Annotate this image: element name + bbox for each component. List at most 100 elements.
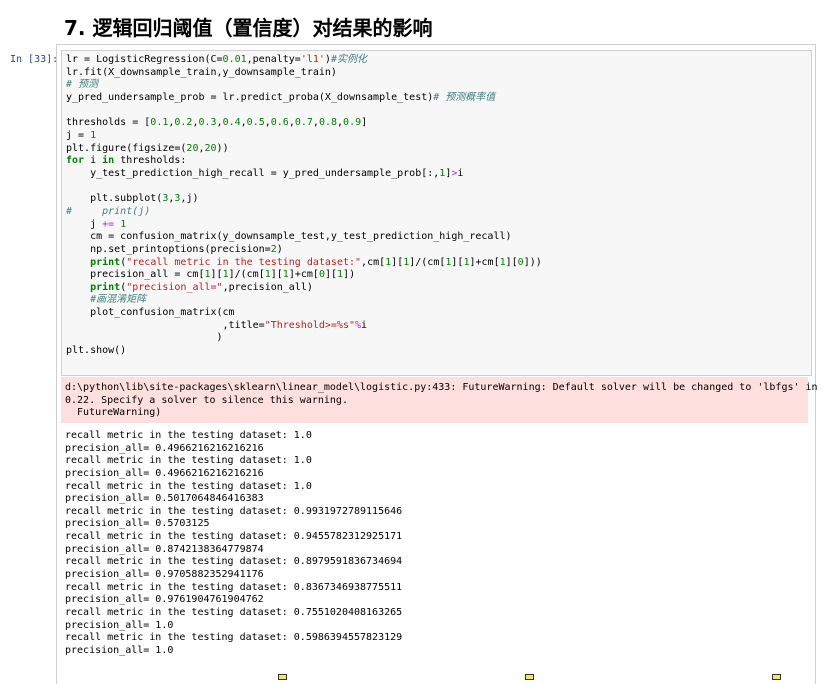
code-text[interactable]: lr = LogisticRegression(C=0.01,penalty='… [66,54,542,358]
code-editor[interactable]: lr = LogisticRegression(C=0.01,penalty='… [61,50,812,376]
code-token: 0.6 [270,117,289,129]
code-line: y_pred_undersample_prob = lr.predict_pro… [66,92,495,103]
output-line: precision_all= 1.0 [65,644,174,656]
output-line: recall metric in the testing dataset: 1.… [65,430,312,441]
code-line: y_test_prediction_high_recall = y_pred_u… [66,168,463,179]
code-token: thresholds = [ [66,117,151,129]
code-token: ][ [324,269,338,281]
code-line: print("recall metric in the testing data… [66,257,542,268]
code-token: 'l1' [300,54,325,65]
code-token: j = [66,129,91,141]
output-line: recall metric in the testing dataset: 1.… [65,455,312,467]
code-token: np.set_printoptions(precision= [66,243,271,255]
code-token: # 预测 [66,79,99,91]
output-line: precision_all= 0.8742138364779874 [65,543,264,555]
input-prompt: In [33]: [10,54,59,65]
code-line: j = 1 [66,130,96,141]
output-line: recall metric in the testing dataset: 0.… [65,531,403,543]
figure-fragment [278,674,287,680]
output-line: precision_all= 0.4966216216216216 [65,467,264,479]
warning-text: d:\python\lib\site-packages\sklearn\line… [65,382,818,418]
output-line: recall metric in the testing dataset: 0.… [65,632,403,644]
code-token: #画混淆矩阵 [90,294,147,306]
code-token: cm = confusion_matrix(y_downsample_test,… [66,231,512,243]
code-token: lr.fit(X_downsample_train,y_downsample_t… [66,66,337,78]
code-token: 0.8 [318,117,338,129]
section-heading: 7. 逻辑回归阈值（置信度）对结果的影响 [64,16,433,40]
code-line: cm = confusion_matrix(y_downsample_test,… [66,231,512,243]
code-token: ][ [505,256,518,268]
code-token: print [90,281,121,293]
output-line: recall metric in the testing dataset: 0.… [65,606,403,618]
code-token: ]+cm[ [469,256,500,268]
code-token: ]+cm[ [288,269,319,281]
code-line: print("precision_all=",precision_all) [66,282,313,293]
code-token: "recall metric in the testing dataset:" [126,256,362,268]
code-token: ,precision_all) [222,281,313,293]
code-token: ][ [391,256,404,268]
code-line: # print(j) [66,206,150,217]
code-token: 1 [120,218,127,230]
output-line: recall metric in the testing dataset: 0.… [65,556,403,568]
code-line: for i in thresholds: [66,155,186,166]
output-line: precision_all= 0.5017064846416383 [65,493,264,505]
code-token: 0.5 [246,117,265,129]
output-line: recall metric in the testing dataset: 0.… [65,581,403,593]
code-token: lr = LogisticRegression(C= [66,54,223,65]
code-token: y_test_prediction_high_recall = y_pred_u… [66,167,440,179]
code-token: += [102,218,115,230]
output-line: recall metric in the testing dataset: 1.… [65,480,312,492]
code-token: ,j) [180,193,199,205]
code-token: in [102,155,115,167]
code-line: thresholds = [0.1,0.2,0.3,0.4,0.5,0.6,0.… [66,117,367,128]
stderr-output: d:\python\lib\site-packages\sklearn\line… [61,377,818,423]
code-token: 1 [90,129,97,141]
output-line: precision_all= 0.5703125 [65,518,210,530]
code-token: y_pred_undersample_prob = lr.predict_pro… [66,91,434,103]
code-line: plt.subplot(3,3,j) [66,193,198,204]
code-line: plt.show() [66,345,126,356]
notebook-cell[interactable]: In [33]: lr = LogisticRegression(C=0.01,… [0,44,823,684]
code-token: i [361,319,368,331]
code-token: ])) [523,256,542,268]
code-line: ,title="Threshold>=%s"%i [66,319,368,331]
code-token: "precision_all=" [126,281,223,293]
code-line: lr.fit(X_downsample_train,y_downsample_t… [66,67,337,78]
code-token: 0.2 [174,117,193,129]
code-token: ][ [210,269,223,281]
figure-fragment [525,674,534,680]
code-line: precision_all = cm[1][1]/(cm[1][1]+cm[0]… [66,269,355,280]
output-line: recall metric in the testing dataset: 0.… [65,505,403,517]
code-token: # 预测概率值 [433,91,496,103]
output-line: precision_all= 0.9705882352941176 [65,569,264,581]
code-token: ][ [451,256,464,268]
code-token: print [90,256,121,268]
code-token: for [66,155,85,167]
output-line: precision_all= 1.0 [65,619,174,631]
code-token: 20 [204,142,217,154]
output-line: precision_all= 0.9761904761904762 [65,594,264,606]
code-line: plot_confusion_matrix(cm [66,307,235,318]
code-token: plt.figure(figsize=( [66,142,187,154]
code-token: j [66,218,103,230]
code-token: #实例化 [330,54,367,65]
code-token: ,cm[ [361,256,386,268]
code-token: ]/(cm[ [228,269,265,281]
code-token: i [84,155,103,167]
code-token: 20 [186,142,199,154]
code-token: plt.subplot( [66,193,163,205]
code-token: precision_all = cm[ [66,269,205,281]
code-line: lr = LogisticRegression(C=0.01,penalty='… [66,54,367,65]
code-token: 0.9 [343,117,362,129]
code-token: 0.01 [222,54,247,65]
code-line: np.set_printoptions(precision=2) [66,244,283,255]
code-token: ) [276,243,283,255]
code-token: i [457,167,464,179]
output-line: precision_all= 0.4966216216216216 [65,442,264,454]
code-token: 0.7 [294,117,313,129]
code-token: plt.show() [66,345,127,357]
code-token: ] [361,117,368,129]
code-line: # 预测 [66,79,98,90]
